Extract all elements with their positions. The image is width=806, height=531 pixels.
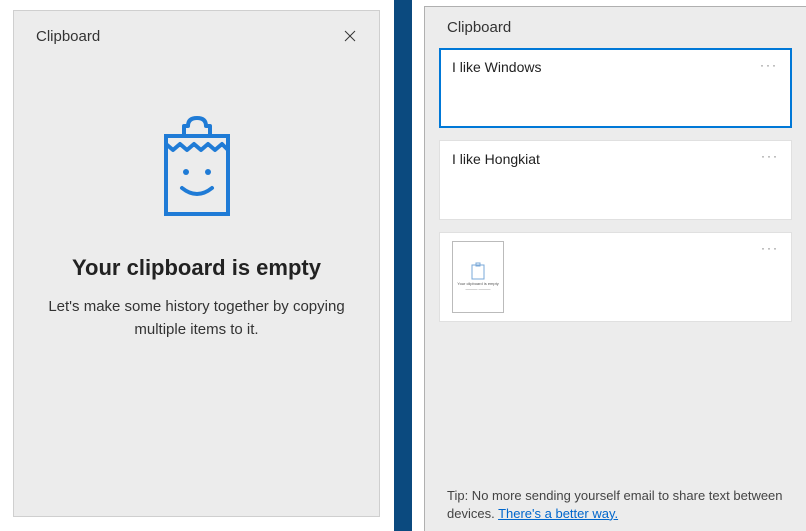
empty-subtext: Let's make some history together by copy… [47, 295, 347, 342]
close-icon [344, 30, 356, 42]
item-more-button[interactable]: ··· [760, 58, 778, 72]
clipboard-items-list: I like Windows ··· I like Hongkiat ··· Y… [425, 48, 806, 322]
panel-title: Clipboard [36, 28, 100, 45]
clipboard-item-text: I like Hongkiat [452, 151, 540, 167]
panel-header: Clipboard [14, 11, 379, 51]
tip-text: Tip: No more sending yourself email to s… [447, 487, 796, 523]
clipboard-item[interactable]: I like Hongkiat ··· [439, 140, 792, 220]
clipboard-image-thumbnail: Your clipboard is empty——— ——— [452, 241, 504, 313]
panel-divider [394, 0, 412, 531]
thumb-caption: Your clipboard is empty——— ——— [457, 282, 498, 292]
clipboard-panel-empty: Clipboard Your [0, 0, 394, 531]
clipboard-panel-history: Clipboard I like Windows ··· I like Hong… [412, 0, 806, 531]
empty-heading: Your clipboard is empty [72, 255, 321, 281]
clipboard-panel-empty-inner: Clipboard Your [13, 10, 380, 517]
item-more-button[interactable]: ··· [761, 241, 779, 255]
clipboard-item-text: I like Windows [452, 59, 541, 75]
clipboard-item[interactable]: I like Windows ··· [439, 48, 792, 128]
tip-link[interactable]: There's a better way. [498, 506, 618, 521]
close-button[interactable] [335, 21, 365, 51]
clipboard-smiley-icon [158, 116, 236, 225]
clipboard-item[interactable]: Your clipboard is empty——— ——— ··· [439, 232, 792, 322]
item-more-button[interactable]: ··· [761, 149, 779, 163]
clipboard-panel-history-inner: Clipboard I like Windows ··· I like Hong… [424, 6, 806, 531]
clipboard-mini-icon [471, 262, 485, 280]
panel-title: Clipboard [425, 7, 806, 48]
